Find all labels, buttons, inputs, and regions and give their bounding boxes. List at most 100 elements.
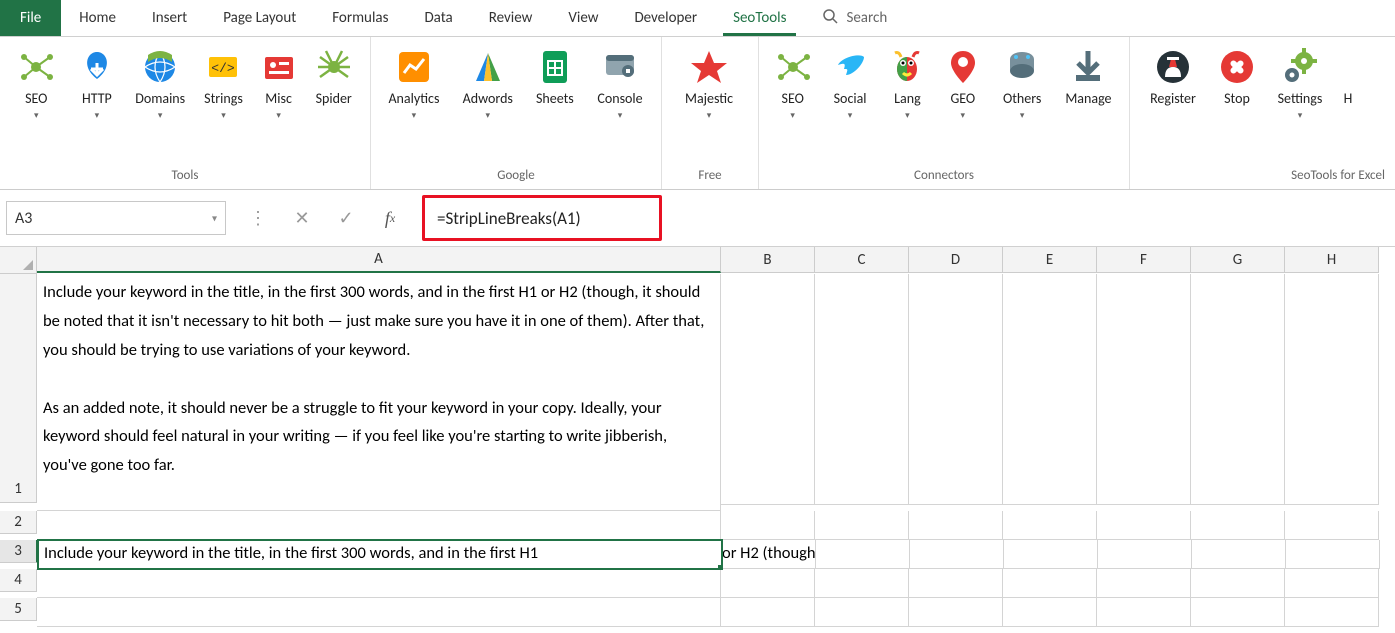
- connectors-lang-button[interactable]: Lang ▾: [882, 45, 933, 121]
- column-header-f[interactable]: F: [1097, 247, 1191, 273]
- cell[interactable]: [1003, 569, 1097, 598]
- cell[interactable]: [816, 540, 910, 569]
- cell[interactable]: [1097, 511, 1191, 540]
- cell[interactable]: [721, 511, 815, 540]
- cell[interactable]: [1192, 540, 1286, 569]
- column-header-c[interactable]: C: [815, 247, 909, 273]
- column-header-h[interactable]: H: [1285, 247, 1379, 273]
- enter-icon[interactable]: ✓: [324, 202, 368, 234]
- connectors-manage-button[interactable]: Manage: [1056, 45, 1121, 108]
- cell[interactable]: [909, 569, 1003, 598]
- tab-page-layout[interactable]: Page Layout: [205, 0, 314, 36]
- row-header-1[interactable]: 1: [0, 274, 37, 503]
- row-header-4[interactable]: 4: [0, 569, 37, 592]
- cell[interactable]: [721, 274, 815, 505]
- seotools-stop-button[interactable]: Stop: [1212, 45, 1262, 108]
- options-icon[interactable]: ⋮: [236, 202, 280, 234]
- connectors-others-button[interactable]: Others ▾: [993, 45, 1052, 121]
- seotools-register-button[interactable]: Register: [1138, 45, 1208, 108]
- cell[interactable]: [1285, 511, 1379, 540]
- cell[interactable]: [909, 598, 1003, 627]
- majestic-icon: [689, 47, 729, 87]
- cell-b3[interactable]: or H2 (though, it should be noted that i…: [722, 540, 816, 569]
- ribbon-group-label: Connectors: [759, 166, 1129, 189]
- seotools-help-button[interactable]: H: [1338, 45, 1358, 108]
- cell-a4[interactable]: [37, 569, 721, 598]
- cell[interactable]: [1097, 274, 1191, 505]
- tab-insert[interactable]: Insert: [134, 0, 205, 36]
- cell[interactable]: [1285, 274, 1379, 505]
- cell[interactable]: [1191, 569, 1285, 598]
- cell[interactable]: [1285, 598, 1379, 627]
- cell[interactable]: [1003, 598, 1097, 627]
- name-box[interactable]: A3 ▾: [6, 201, 226, 235]
- tab-view[interactable]: View: [550, 0, 616, 36]
- connectors-seo-button[interactable]: SEO ▾: [767, 45, 818, 121]
- cell[interactable]: [1004, 540, 1098, 569]
- tab-seotools[interactable]: SeoTools: [715, 0, 804, 36]
- seotools-stop-label: Stop: [1224, 91, 1250, 108]
- tools-domains-button[interactable]: Domains ▾: [129, 45, 191, 121]
- cell[interactable]: [721, 598, 815, 627]
- settings-icon: [1280, 47, 1320, 87]
- cell[interactable]: [1098, 540, 1192, 569]
- cell[interactable]: [815, 511, 909, 540]
- chevron-down-icon: ▾: [95, 110, 100, 121]
- ribbon-group-label: Free: [662, 166, 758, 189]
- cell[interactable]: [1097, 598, 1191, 627]
- cell[interactable]: [1191, 274, 1285, 505]
- formula-input[interactable]: =StripLineBreaks(A1): [422, 195, 662, 241]
- cell[interactable]: [1285, 569, 1379, 598]
- cell[interactable]: [1097, 569, 1191, 598]
- row-header-5[interactable]: 5: [0, 598, 37, 621]
- cell-a1[interactable]: Include your keyword in the title, in th…: [37, 274, 721, 511]
- tab-formulas[interactable]: Formulas: [314, 0, 406, 36]
- column-header-g[interactable]: G: [1191, 247, 1285, 273]
- tools-spider-button[interactable]: Spider: [305, 45, 362, 108]
- google-console-button[interactable]: Console ▾: [587, 45, 653, 121]
- free-majestic-button[interactable]: Majestic ▾: [670, 45, 748, 121]
- cell[interactable]: [909, 511, 1003, 540]
- cell[interactable]: [815, 274, 909, 505]
- google-sheets-button[interactable]: Sheets: [527, 45, 583, 108]
- cancel-icon[interactable]: ✕: [280, 202, 324, 234]
- tell-me-search[interactable]: Search: [804, 0, 905, 36]
- column-header-e[interactable]: E: [1003, 247, 1097, 273]
- cell[interactable]: [909, 274, 1003, 505]
- google-adwords-button[interactable]: Adwords ▾: [453, 45, 523, 121]
- cell[interactable]: [815, 569, 909, 598]
- tab-data[interactable]: Data: [406, 0, 470, 36]
- cell-a5[interactable]: [37, 598, 721, 627]
- tools-strings-button[interactable]: </> Strings ▾: [195, 45, 252, 121]
- row-header-3[interactable]: 3: [0, 540, 38, 563]
- cell[interactable]: [721, 569, 815, 598]
- column-header-d[interactable]: D: [909, 247, 1003, 273]
- tab-home[interactable]: Home: [61, 0, 134, 36]
- column-header-b[interactable]: B: [721, 247, 815, 273]
- tools-http-button[interactable]: HTTP ▾: [69, 45, 126, 121]
- tab-file[interactable]: File: [0, 0, 61, 36]
- tab-review[interactable]: Review: [471, 0, 551, 36]
- seotools-settings-button[interactable]: Settings ▾: [1266, 45, 1334, 121]
- connectors-geo-button[interactable]: GEO ▾: [937, 45, 988, 121]
- column-header-a[interactable]: A: [37, 247, 721, 273]
- cell[interactable]: [815, 598, 909, 627]
- cell[interactable]: [1191, 511, 1285, 540]
- row-header-2[interactable]: 2: [0, 511, 37, 534]
- cell[interactable]: [1191, 598, 1285, 627]
- worksheet-grid: A B C D E F G H 1 Include your keyword i…: [0, 247, 1395, 627]
- tools-seo-button[interactable]: SEO ▾: [8, 45, 65, 121]
- cell[interactable]: [1286, 540, 1380, 569]
- cell-a3[interactable]: Include your keyword in the title, in th…: [38, 540, 722, 569]
- cell[interactable]: [1003, 274, 1097, 505]
- fx-icon[interactable]: fx: [368, 202, 412, 234]
- select-all-button[interactable]: [0, 247, 37, 274]
- cell[interactable]: [910, 540, 1004, 569]
- tools-misc-button[interactable]: Misc ▾: [256, 45, 302, 121]
- google-analytics-button[interactable]: Analytics ▾: [379, 45, 449, 121]
- tools-spider-label: Spider: [316, 91, 352, 108]
- connectors-social-button[interactable]: Social ▾: [822, 45, 877, 121]
- cell-a2[interactable]: [37, 511, 721, 540]
- tab-developer[interactable]: Developer: [616, 0, 715, 36]
- cell[interactable]: [1003, 511, 1097, 540]
